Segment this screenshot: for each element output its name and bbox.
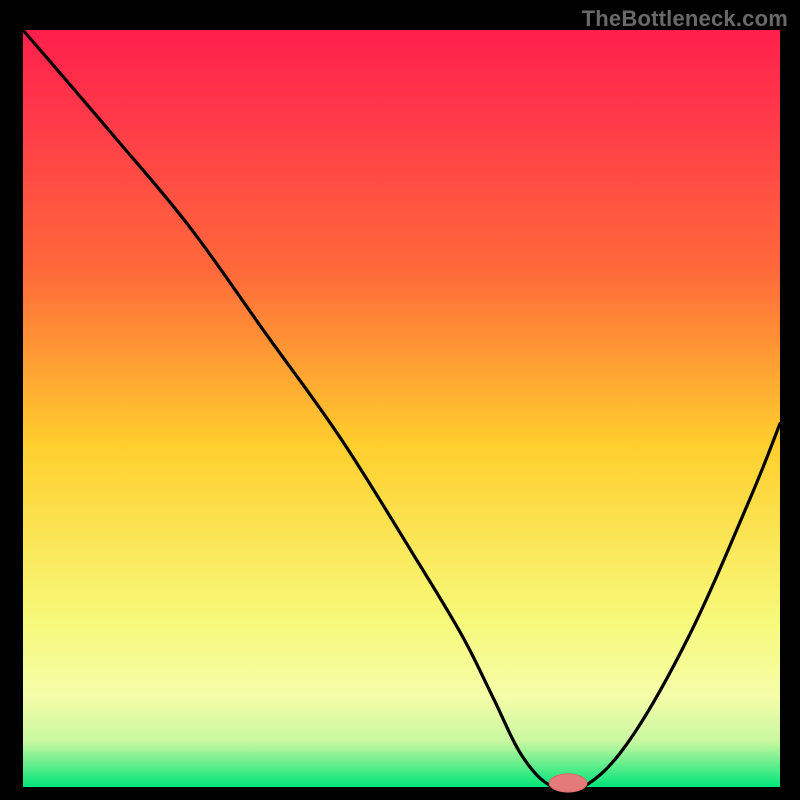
chart-frame: { "watermark": "TheBottleneck.com", "col… — [0, 0, 800, 800]
minimum-marker — [549, 774, 587, 792]
bottleneck-chart — [0, 0, 800, 800]
plot-area — [23, 30, 780, 787]
